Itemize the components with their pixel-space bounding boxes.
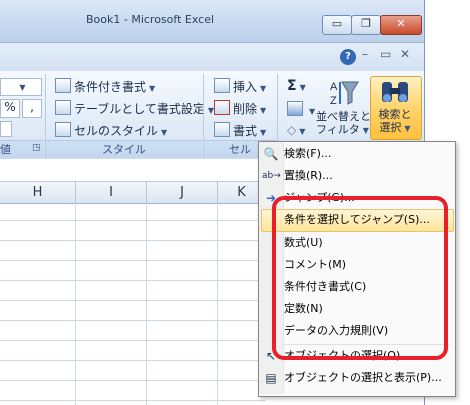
- menu-item-replace[interactable]: 置換(R)...: [284, 166, 452, 186]
- format-as-table-label: テーブルとして書式設定: [74, 102, 205, 116]
- find-label-line2: 選択: [379, 121, 402, 134]
- chevron-down-icon: ▼: [362, 126, 369, 135]
- column-header-j[interactable]: J: [147, 182, 218, 203]
- insert-icon: [214, 78, 230, 93]
- delete-button[interactable]: 削除 ▼: [214, 100, 266, 117]
- grid-line: [0, 320, 265, 321]
- grid-line: [0, 260, 265, 261]
- close-button[interactable]: ✕: [380, 15, 422, 35]
- restore-button[interactable]: ❐: [351, 15, 381, 35]
- filter-label: フィルタ: [316, 123, 360, 136]
- sort-filter-button[interactable]: 並べ替えと フィルタ ▼: [316, 110, 371, 137]
- grid-line: [0, 360, 265, 361]
- chevron-down-icon: ▼: [299, 127, 306, 136]
- menu-item-find[interactable]: 検索(F)...: [284, 144, 452, 164]
- annotation-highlight-box: [272, 196, 448, 360]
- workbook-close-button[interactable]: ✕: [400, 47, 410, 61]
- grid-line: [0, 240, 265, 241]
- grid-line: [146, 203, 147, 405]
- grid-line: [217, 203, 218, 405]
- delete-icon: [214, 100, 230, 115]
- number-format-dropdown[interactable]: ▼: [0, 78, 42, 96]
- window-title: Book1 - Microsoft Excel: [85, 13, 215, 26]
- chevron-down-icon: ▼: [404, 124, 411, 133]
- autosum-button[interactable]: Σ ▼: [287, 78, 306, 94]
- chevron-down-icon: ▼: [260, 84, 267, 93]
- grid-line: [0, 220, 265, 221]
- chevron-down-icon: ▼: [260, 128, 267, 137]
- column-header-h[interactable]: H: [0, 182, 76, 203]
- chevron-down-icon: ▼: [161, 128, 168, 137]
- sigma-icon: Σ: [287, 78, 297, 94]
- replace-icon: ab→: [262, 171, 281, 181]
- menu-item-selection-pane[interactable]: オブジェクトの選択と表示(P)...: [284, 368, 452, 388]
- format-label: 書式: [233, 124, 258, 138]
- workbook-restore-button[interactable]: ▭: [380, 47, 391, 61]
- percent-style-button[interactable]: %: [0, 99, 20, 118]
- comma-style-button[interactable]: ,: [22, 99, 42, 118]
- decimal-button[interactable]: [0, 121, 12, 137]
- chevron-down-icon: ▼: [19, 83, 26, 92]
- grid-line: [75, 203, 76, 405]
- delete-label: 削除: [233, 102, 258, 116]
- sort-filter-icon: A Z: [328, 78, 360, 108]
- binoculars-icon: [378, 80, 412, 104]
- grid-line: [0, 400, 265, 401]
- objects-icon: ▤: [265, 371, 277, 385]
- clear-button[interactable]: ◇ ▼: [287, 123, 305, 137]
- chevron-down-icon: ▼: [299, 83, 306, 92]
- filter-label-row: フィルタ ▼: [316, 123, 369, 137]
- cell-styles-label: セルのスタイル: [74, 124, 159, 138]
- fill-button[interactable]: ▼: [287, 101, 315, 117]
- column-header-i[interactable]: I: [76, 182, 147, 203]
- help-icon[interactable]: ?: [340, 49, 356, 65]
- insert-button[interactable]: 挿入 ▼: [214, 78, 266, 95]
- grid-line: [0, 380, 265, 381]
- table-icon: [55, 100, 71, 115]
- conditional-format-button[interactable]: 条件付き書式 ▼: [55, 78, 155, 95]
- grid-line: [0, 300, 265, 301]
- minimize-button[interactable]: ▭: [322, 15, 352, 35]
- workbook-minimize-button[interactable]: –: [362, 47, 368, 61]
- eraser-icon: ◇: [287, 123, 297, 137]
- sort-label: 並べ替えと: [316, 110, 371, 123]
- svg-text:Z: Z: [330, 95, 337, 107]
- chevron-down-icon: ▼: [309, 107, 316, 116]
- format-icon: [214, 122, 230, 137]
- chevron-down-icon: ▼: [260, 106, 267, 115]
- style-group-label: スタイル: [46, 140, 202, 158]
- svg-text:A: A: [330, 81, 338, 93]
- grid-line: [0, 340, 265, 341]
- formula-bar[interactable]: [0, 159, 265, 182]
- cell-style-icon: [55, 122, 71, 137]
- conditional-format-label: 条件付き書式: [74, 80, 147, 94]
- dialog-launcher-icon[interactable]: ◳: [32, 143, 41, 153]
- find-select-label: 検索と 選択 ▼: [370, 108, 420, 135]
- find-label-row: 選択 ▼: [370, 121, 420, 135]
- cell-styles-button[interactable]: セルのスタイル ▼: [55, 122, 167, 139]
- format-as-table-button[interactable]: テーブルとして書式設定 ▼: [55, 100, 214, 117]
- binoculars-icon: 🔍: [263, 147, 279, 161]
- fill-down-icon: [287, 101, 303, 116]
- insert-label: 挿入: [233, 80, 258, 94]
- conditional-format-icon: [55, 78, 71, 93]
- format-button[interactable]: 書式 ▼: [214, 122, 266, 139]
- grid-line: [0, 280, 265, 281]
- chevron-down-icon: ▼: [149, 84, 156, 93]
- find-label-line1: 検索と: [378, 108, 412, 121]
